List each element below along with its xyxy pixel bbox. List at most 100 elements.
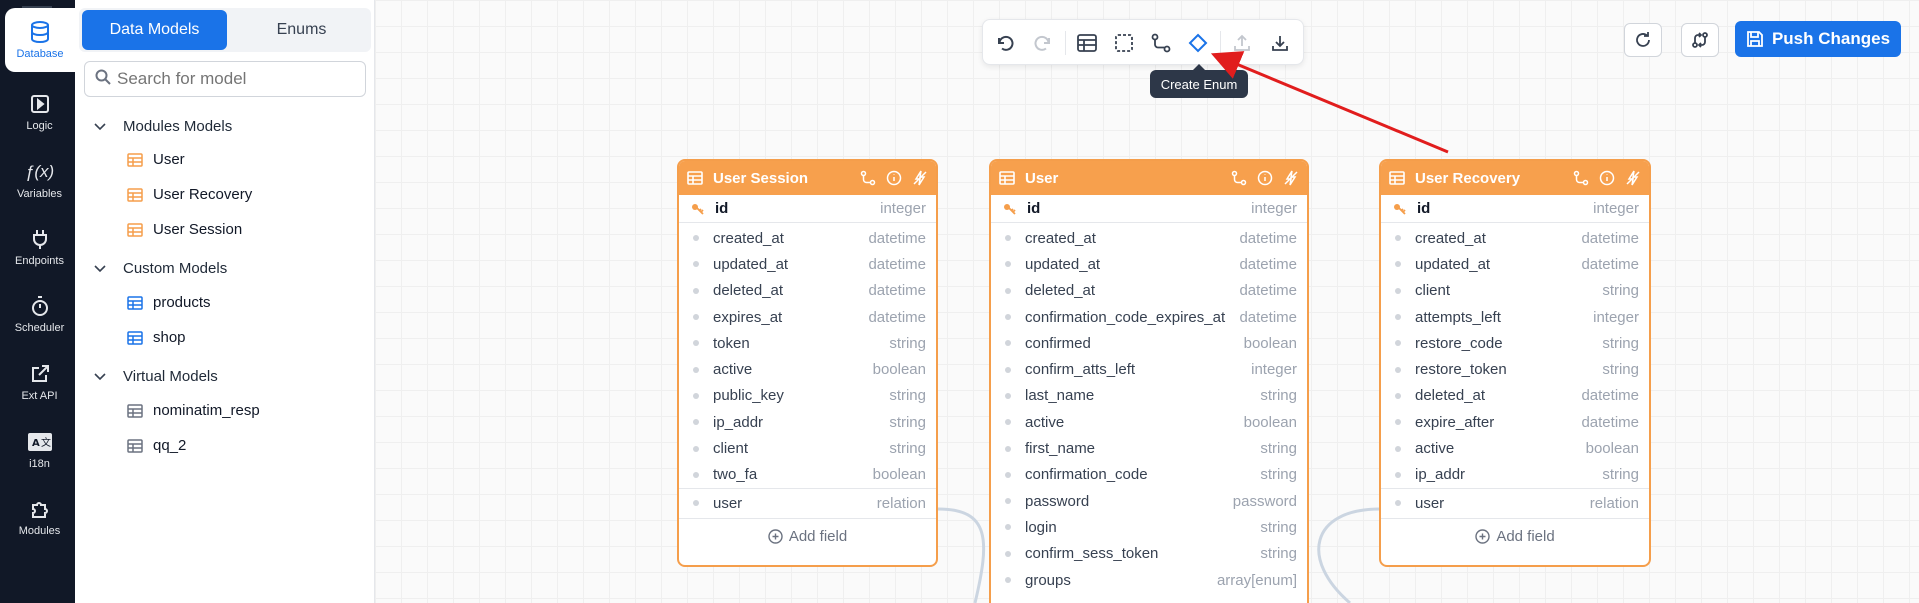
field-row[interactable]: restore_code string [1381, 330, 1649, 356]
create-enum-button[interactable] [1186, 31, 1210, 55]
create-virtual-model-button[interactable] [1112, 31, 1136, 55]
field-row[interactable]: ip_addr string [679, 409, 936, 435]
download-button[interactable] [1268, 31, 1292, 55]
field-row-id[interactable]: id integer [679, 195, 936, 223]
add-field-button[interactable]: Add field [1381, 517, 1649, 554]
model-label: User Session [153, 221, 243, 238]
plus-circle-icon [768, 529, 783, 544]
relation-icon[interactable] [860, 170, 876, 186]
rail-item-variables[interactable]: ƒ(x) Variables [4, 148, 75, 212]
trigger-icon[interactable] [1283, 170, 1299, 186]
diff-button[interactable] [1681, 23, 1719, 57]
rail-item-logic[interactable]: Logic [4, 80, 75, 144]
field-row-id[interactable]: id integer [991, 195, 1307, 223]
field-row[interactable]: updated_at datetime [679, 251, 936, 277]
relation-icon[interactable] [1573, 170, 1589, 186]
tab-data-models[interactable]: Data Models [82, 10, 227, 50]
model-card-user-session[interactable]: User Session id integer created_at dateti… [677, 159, 938, 567]
field-row[interactable]: active boolean [679, 356, 936, 382]
field-row-id[interactable]: id integer [1381, 195, 1649, 223]
upload-button[interactable] [1230, 31, 1254, 55]
rail-item-scheduler[interactable]: Scheduler [4, 282, 75, 346]
table-icon [127, 295, 143, 310]
rail-item-database[interactable]: Database [5, 8, 75, 72]
group-label: Modules Models [123, 118, 233, 135]
group-modules-models[interactable]: Modules Models [93, 118, 232, 135]
field-row[interactable]: created_at datetime [679, 225, 936, 251]
field-row[interactable]: restore_token string [1381, 356, 1649, 382]
relation-row-user[interactable]: user relation [679, 487, 936, 518]
rail-item-label: Scheduler [14, 322, 65, 334]
field-row[interactable]: expire_after datetime [1381, 409, 1649, 435]
field-row[interactable]: password password [991, 488, 1307, 514]
field-row[interactable]: deleted_at datetime [679, 278, 936, 304]
info-icon[interactable] [886, 170, 902, 186]
sidebar-model-user-session[interactable]: User Session [127, 221, 242, 238]
sidebar-model-products[interactable]: products [127, 294, 211, 311]
model-label: User [153, 151, 185, 168]
group-custom-models[interactable]: Custom Models [93, 260, 227, 277]
rail-item-label: Logic [26, 120, 53, 132]
create-table-button[interactable] [1075, 31, 1099, 55]
table-icon [1077, 34, 1097, 52]
model-card-user[interactable]: User id integer created_at datetime updat… [989, 159, 1309, 603]
field-row[interactable]: confirmation_code string [991, 462, 1307, 488]
model-card-header[interactable]: User Session [679, 161, 936, 195]
rail-item-endpoints[interactable]: Endpoints [4, 215, 75, 279]
create-relation-button[interactable] [1149, 31, 1173, 55]
model-card-header[interactable]: User Recovery [1381, 161, 1649, 195]
add-field-button[interactable]: Add field [679, 517, 936, 554]
field-row[interactable]: two_fa boolean [679, 462, 936, 488]
push-changes-button[interactable]: Push Changes [1735, 21, 1901, 57]
field-row[interactable]: created_at datetime [1381, 225, 1649, 251]
field-row[interactable]: attempts_left integer [1381, 304, 1649, 330]
group-virtual-models[interactable]: Virtual Models [93, 368, 218, 385]
field-row[interactable]: confirm_atts_left integer [991, 356, 1307, 382]
sidebar-model-nominatim-resp[interactable]: nominatim_resp [127, 402, 260, 419]
trigger-icon[interactable] [912, 170, 928, 186]
field-row[interactable]: login string [991, 514, 1307, 540]
field-row[interactable]: updated_at datetime [1381, 251, 1649, 277]
trigger-icon[interactable] [1625, 170, 1641, 186]
field-row[interactable]: ip_addr string [1381, 462, 1649, 488]
undo-button[interactable] [993, 31, 1017, 55]
toolbar-divider [1220, 31, 1221, 55]
info-icon[interactable] [1599, 170, 1615, 186]
field-row[interactable]: client string [679, 435, 936, 461]
field-row[interactable]: expires_at datetime [679, 304, 936, 330]
field-row[interactable]: groups array[enum] [991, 567, 1307, 593]
field-row[interactable]: active boolean [1381, 435, 1649, 461]
refresh-button[interactable] [1624, 23, 1662, 57]
sidebar-model-user-recovery[interactable]: User Recovery [127, 186, 252, 203]
search-input[interactable] [117, 69, 357, 89]
rail-item-ext-api[interactable]: Ext API [4, 350, 75, 414]
rail-item-i18n[interactable]: A文 i18n [4, 418, 75, 482]
rail-item-modules[interactable]: Modules [4, 485, 75, 549]
field-row[interactable]: active boolean [991, 409, 1307, 435]
field-row[interactable]: confirm_sess_token string [991, 541, 1307, 567]
puzzle-icon [28, 497, 52, 521]
field-row[interactable]: updated_at datetime [991, 251, 1307, 277]
table-icon [127, 152, 143, 167]
sidebar-model-user[interactable]: User [127, 151, 185, 168]
field-row[interactable]: token string [679, 330, 936, 356]
relation-icon[interactable] [1231, 170, 1247, 186]
relation-row-user[interactable]: user relation [1381, 487, 1649, 518]
table-icon [127, 222, 143, 237]
field-row[interactable]: deleted_at datetime [991, 278, 1307, 304]
info-icon[interactable] [1257, 170, 1273, 186]
field-row[interactable]: confirmed boolean [991, 330, 1307, 356]
redo-button[interactable] [1031, 31, 1055, 55]
field-row[interactable]: first_name string [991, 435, 1307, 461]
field-row[interactable]: last_name string [991, 383, 1307, 409]
field-row[interactable]: created_at datetime [991, 225, 1307, 251]
field-row[interactable]: client string [1381, 278, 1649, 304]
model-card-header[interactable]: User [991, 161, 1307, 195]
field-row[interactable]: confirmation_code_expires_at datetime [991, 304, 1307, 330]
model-card-user-recovery[interactable]: User Recovery id integer created_at datet… [1379, 159, 1651, 567]
sidebar-model-qq-2[interactable]: qq_2 [127, 437, 186, 454]
sidebar-model-shop[interactable]: shop [127, 329, 186, 346]
field-row[interactable]: deleted_at datetime [1381, 383, 1649, 409]
tab-enums[interactable]: Enums [229, 10, 374, 50]
field-row[interactable]: public_key string [679, 383, 936, 409]
